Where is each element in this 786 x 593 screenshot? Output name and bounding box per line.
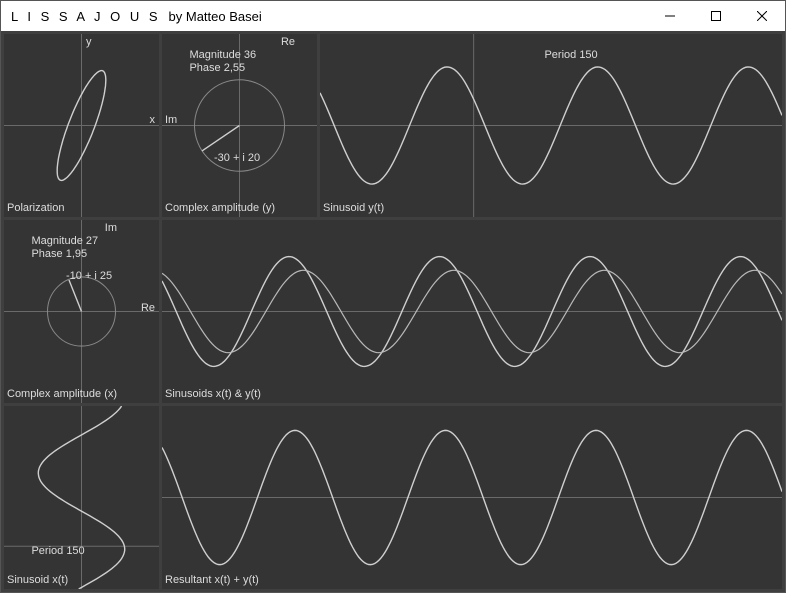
panel-title: Complex amplitude (x) xyxy=(7,388,117,401)
period-label: Period 150 xyxy=(520,36,598,75)
axis-re-label: Re xyxy=(141,302,155,315)
panel-title: Sinusoids x(t) & y(t) xyxy=(165,388,261,401)
close-button[interactable] xyxy=(739,1,785,31)
axis-im-label: Im xyxy=(165,114,177,127)
complex-value: -10 + i 25 xyxy=(66,270,112,283)
panel-sinusoid-y[interactable]: Period 150 Sinusoid y(t) xyxy=(320,34,782,217)
panel-title: Sinusoid x(t) xyxy=(7,574,68,587)
app-window: L I S S A J O U S by Matteo Basei y x Po… xyxy=(0,0,786,593)
panel-title: Resultant x(t) + y(t) xyxy=(165,574,259,587)
maximize-button[interactable] xyxy=(693,1,739,31)
panel-complex-amplitude-x[interactable]: Magnitude 27 Phase 1,95 Im Re -10 + i 25… xyxy=(4,220,159,403)
axis-im-label: Im xyxy=(105,222,117,235)
axis-re-label: Re xyxy=(281,36,295,49)
app-author: by Matteo Basei xyxy=(169,9,262,24)
content-area: y x Polarization Magnitude 36 Phase 2,55… xyxy=(1,31,785,592)
phase-label: Phase 1,95 xyxy=(7,235,87,274)
panel-sinusoids-xy[interactable]: Sinusoids x(t) & y(t) xyxy=(162,220,782,403)
minimize-icon xyxy=(665,11,675,21)
minimize-button[interactable] xyxy=(647,1,693,31)
resultant-plot xyxy=(162,406,782,589)
period-label: Period 150 xyxy=(7,532,85,571)
maximize-icon xyxy=(711,11,721,21)
polarization-plot xyxy=(4,34,159,217)
panel-title: Complex amplitude (y) xyxy=(165,202,275,215)
panel-complex-amplitude-y[interactable]: Magnitude 36 Phase 2,55 Re Im -30 + i 20… xyxy=(162,34,317,217)
complex-value: -30 + i 20 xyxy=(214,152,260,165)
panel-title: Polarization xyxy=(7,202,64,215)
axis-x-label: x xyxy=(150,114,156,127)
panel-resultant[interactable]: Resultant x(t) + y(t) xyxy=(162,406,782,589)
axis-y-label: y xyxy=(86,36,92,49)
panel-sinusoid-x[interactable]: Period 150 Sinusoid x(t) xyxy=(4,406,159,589)
titlebar: L I S S A J O U S by Matteo Basei xyxy=(1,1,785,31)
phase-label: Phase 2,55 xyxy=(165,49,245,88)
panel-polarization[interactable]: y x Polarization xyxy=(4,34,159,217)
panel-title: Sinusoid y(t) xyxy=(323,202,384,215)
sinusoids-xy-plot xyxy=(162,220,782,403)
close-icon xyxy=(757,11,767,21)
app-title: L I S S A J O U S xyxy=(11,9,161,24)
